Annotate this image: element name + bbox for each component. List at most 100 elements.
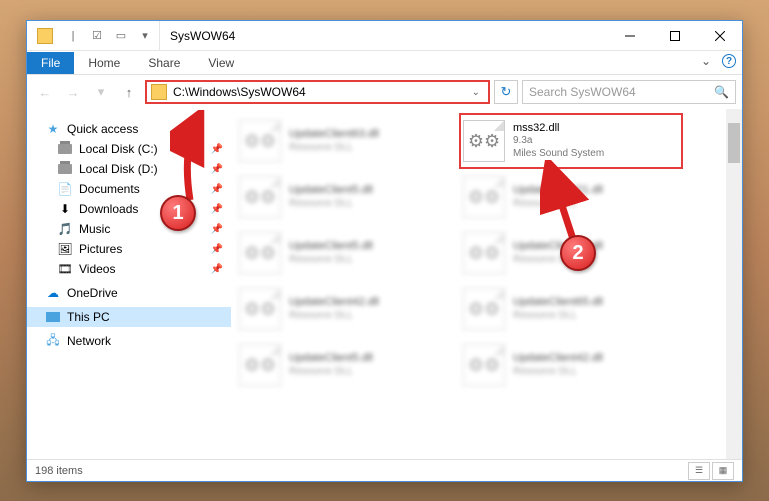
file-info: UpdateClient5.dllResource DLL <box>289 352 373 378</box>
sidebar-network[interactable]: 🖧 Network <box>27 331 231 351</box>
videos-icon: 🎞 <box>57 261 73 277</box>
sidebar-item-pictures[interactable]: 🖼Pictures📌 <box>27 239 231 259</box>
dll-file-icon: ⚙⚙ <box>463 120 505 162</box>
file-name: UpdateClient5.dll <box>289 352 373 366</box>
dll-file-icon: ⚙⚙ <box>463 344 505 386</box>
view-details-button[interactable]: ☰ <box>688 462 710 480</box>
window-controls <box>607 21 742 50</box>
back-button[interactable]: ← <box>33 80 57 104</box>
sidebar-item-label: Downloads <box>79 202 138 216</box>
disk-icon <box>57 161 73 177</box>
close-button[interactable] <box>697 21 742 50</box>
gear-icon: ⚙⚙ <box>468 131 500 152</box>
sidebar-item-label: Videos <box>79 262 115 276</box>
dll-file-icon: ⚙⚙ <box>463 176 505 218</box>
file-info: UpdateClient42.dllResource DLL <box>289 296 379 322</box>
status-bar: 198 items ☰ ▦ <box>27 459 742 481</box>
dll-file-icon: ⚙⚙ <box>239 232 281 274</box>
file-item[interactable]: ⚙⚙ UpdateClient63.dllResource DLL <box>235 113 459 169</box>
sidebar-label: Network <box>67 334 111 348</box>
file-name: UpdateClient63.dll <box>289 128 379 142</box>
file-name: mss32.dll <box>513 122 604 136</box>
up-button[interactable]: ↑ <box>117 80 141 104</box>
gear-icon: ⚙⚙ <box>468 355 500 376</box>
titlebar: | ☑ ▭ ▾ SysWOW64 <box>27 21 742 51</box>
file-name: UpdateClient5.dll <box>289 240 373 254</box>
file-item[interactable]: ⚙⚙ UpdateClient65.dllResource DLL <box>459 281 683 337</box>
onedrive-icon: ☁ <box>45 285 61 301</box>
folder-icon <box>37 28 53 44</box>
dll-file-icon: ⚙⚙ <box>239 120 281 162</box>
address-bar[interactable]: C:\Windows\SysWOW64 ⌄ <box>145 80 490 104</box>
dll-file-icon: ⚙⚙ <box>239 344 281 386</box>
file-version: 9.3a <box>513 135 604 148</box>
file-type: Resource DLL <box>513 366 603 379</box>
file-name: UpdateClient42.dll <box>289 296 379 310</box>
sidebar-this-pc[interactable]: This PC <box>27 307 231 327</box>
sidebar-onedrive[interactable]: ☁ OneDrive <box>27 283 231 303</box>
sidebar-item-music[interactable]: 🎵 Music 📌 <box>27 219 231 239</box>
file-info: UpdateClient65.dllResource DLL <box>513 296 603 322</box>
file-type: Resource DLL <box>289 198 373 211</box>
file-item[interactable]: ⚙⚙ UpdateClient5.dllResource DLL <box>235 337 459 393</box>
pin-icon: 📌 <box>211 224 223 235</box>
quick-access-toolbar: | ☑ ▭ ▾ <box>27 21 160 50</box>
help-icon[interactable]: ? <box>722 54 736 68</box>
qat-newfolder-icon[interactable]: ▭ <box>111 26 131 46</box>
network-icon: 🖧 <box>45 333 61 349</box>
pin-icon: 📌 <box>211 264 223 275</box>
recent-dropdown-icon[interactable]: ▾ <box>89 80 113 104</box>
dll-file-icon: ⚙⚙ <box>239 176 281 218</box>
ribbon-expand-icon[interactable]: ⌄ <box>698 53 714 69</box>
dll-file-icon: ⚙⚙ <box>239 288 281 330</box>
qat-properties-icon[interactable]: ☑ <box>87 26 107 46</box>
file-info: UpdateClient63.dllResource DLL <box>289 128 379 154</box>
sidebar-item-videos[interactable]: 🎞 Videos 📌 <box>27 259 231 279</box>
downloads-icon: ⬇ <box>57 201 73 217</box>
qat-customize-icon[interactable]: ▾ <box>135 26 155 46</box>
address-folder-icon <box>151 84 167 100</box>
sidebar-item-label: Local Disk (C:) <box>79 142 158 156</box>
annotation-callout-2: 2 <box>560 235 596 271</box>
thispc-icon <box>45 309 61 325</box>
file-type: Resource DLL <box>513 310 603 323</box>
view-icons-button[interactable]: ▦ <box>712 462 734 480</box>
file-type: Miles Sound System <box>513 148 604 161</box>
scrollbar-thumb[interactable] <box>728 123 740 163</box>
refresh-button[interactable]: ↻ <box>494 80 518 104</box>
sidebar-label: OneDrive <box>67 286 118 300</box>
search-icon: 🔍 <box>714 85 729 99</box>
sidebar-item-label: Music <box>79 222 110 236</box>
forward-button[interactable]: → <box>61 80 85 104</box>
file-type: Resource DLL <box>289 366 373 379</box>
vertical-scrollbar[interactable] <box>726 109 742 459</box>
file-list[interactable]: ⚙⚙UpdateClient63.dllResource DLL⚙⚙mss32.… <box>231 109 726 459</box>
music-icon: 🎵 <box>57 221 73 237</box>
gear-icon: ⚙⚙ <box>468 299 500 320</box>
sidebar-label: Quick access <box>67 122 138 136</box>
tab-file[interactable]: File <box>27 52 74 74</box>
address-text: C:\Windows\SysWOW64 <box>173 85 468 99</box>
file-info: UpdateClient5.dllResource DLL <box>289 184 373 210</box>
navigation-bar: ← → ▾ ↑ C:\Windows\SysWOW64 ⌄ ↻ Search S… <box>27 75 742 109</box>
content-area: ★ Quick access Local Disk (C:)📌 Local Di… <box>27 109 742 459</box>
file-item[interactable]: ⚙⚙ UpdateClient5.dllResource DLL <box>235 169 459 225</box>
tab-share[interactable]: Share <box>134 52 194 74</box>
file-item[interactable]: ⚙⚙ UpdateClient42.dllResource DLL <box>235 281 459 337</box>
search-input[interactable]: Search SysWOW64 🔍 <box>522 80 736 104</box>
file-item[interactable]: ⚙⚙UpdateClient5.dllResource DLL <box>235 225 459 281</box>
file-item[interactable]: ⚙⚙ UpdateClient42.dllResource DLL <box>459 337 683 393</box>
address-dropdown-icon[interactable]: ⌄ <box>468 87 484 98</box>
pictures-icon: 🖼 <box>57 241 73 257</box>
gear-icon: ⚙⚙ <box>244 131 276 152</box>
minimize-button[interactable] <box>607 21 652 50</box>
documents-icon: 📄 <box>57 181 73 197</box>
sidebar-label: This PC <box>67 310 110 324</box>
file-info: UpdateClient42.dllResource DLL <box>513 352 603 378</box>
gear-icon: ⚙⚙ <box>468 243 500 264</box>
tab-home[interactable]: Home <box>74 52 134 74</box>
status-item-count: 198 items <box>35 465 688 477</box>
tab-view[interactable]: View <box>194 52 248 74</box>
dll-file-icon: ⚙⚙ <box>463 288 505 330</box>
maximize-button[interactable] <box>652 21 697 50</box>
